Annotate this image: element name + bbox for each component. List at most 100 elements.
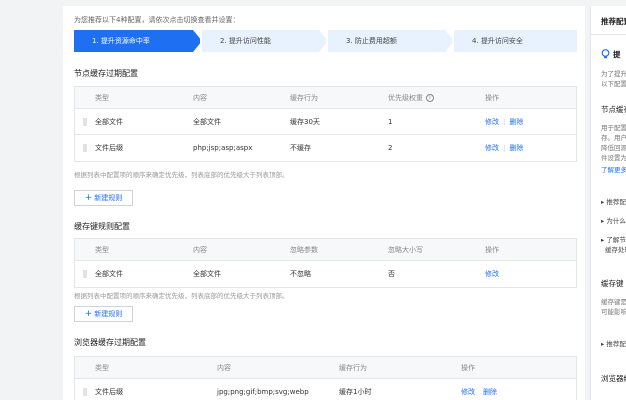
col-behavior: 缓存行为 <box>339 363 367 372</box>
sidebar-link-item[interactable]: ▸ 推荐配 <box>601 196 626 206</box>
node-cache-text: 用于配置 <box>601 124 626 132</box>
browser-cache-title: 浏览器缓存过期配置 <box>74 338 146 347</box>
sidebar-link-item[interactable]: ▸ 为什么 <box>601 215 626 225</box>
table-row: 全部文件 全部文件 不忽略 否 修改 <box>75 261 576 287</box>
drag-handle-icon[interactable] <box>83 379 87 400</box>
cell-actions: 修改 | 删除 <box>485 135 523 161</box>
col-content: 内容 <box>217 363 231 372</box>
col-priority-label: 优先级权重 <box>388 93 423 102</box>
main-panel: 为您推荐以下4种配置，请依次点击切换查看并设置： 1. 提升资源命中率 2. 提… <box>63 6 585 400</box>
cache-key-text: 可能影响 <box>601 308 626 316</box>
cell-content: php;jsp;asp;aspx <box>193 144 253 152</box>
node-cache-table: 类型 内容 缓存行为 优先级权重 i 操作 全部文件 全部文件 缓存30天 1 修… <box>74 86 577 162</box>
step-bar: 1. 提升资源命中率 2. 提升访问性能 3. 防止费用超额 4. 提升访问安全 <box>74 30 577 52</box>
step-1-label: 1. 提升资源命中率 <box>92 37 150 45</box>
cell-type: 文件后缀 <box>95 144 123 152</box>
col-type: 类型 <box>95 245 109 254</box>
cache-key-head: 缓存键 <box>601 279 624 288</box>
drag-handle-icon[interactable] <box>83 261 87 287</box>
col-ignore-params: 忽略参数 <box>290 245 318 254</box>
learn-more-link[interactable]: 了解更多 <box>601 164 626 174</box>
cell-type: 文件后缀 <box>95 388 123 396</box>
sidebar-link-label: 推荐配 <box>606 198 626 206</box>
info-icon[interactable]: i <box>426 93 434 102</box>
link-divider: | <box>503 117 506 126</box>
sidebar-link-label: 了解节 <box>606 236 626 244</box>
cell-behavior: 不缓存 <box>290 144 311 152</box>
node-cache-text: 降低回源 <box>601 144 626 152</box>
step-3[interactable]: 3. 防止费用超额 <box>328 30 445 52</box>
edit-link[interactable]: 修改 <box>461 387 475 397</box>
col-content: 内容 <box>193 245 207 254</box>
recommend-sidebar: 推荐配置 提 为了提升 以下配置 节点缓存 用于配置 存。用户 降低回源 件设置… <box>590 6 626 400</box>
table-row: 文件后缀 jpg;png;gif;bmp;svg;webp 缓存1小时 修改 删… <box>75 379 576 400</box>
browser-cache-table: 类型 内容 缓存行为 操作 文件后缀 jpg;png;gif;bmp;svg;w… <box>74 356 577 400</box>
cell-type: 全部文件 <box>95 270 123 278</box>
drag-handle-icon[interactable] <box>83 135 87 161</box>
table-row: 文件后缀 php;jsp;asp;aspx 不缓存 2 修改 | 删除 <box>75 135 576 161</box>
cell-content: 全部文件 <box>193 270 221 278</box>
table-header: 类型 内容 缓存行为 操作 <box>75 357 576 379</box>
promo-text: 以下配置 <box>601 80 626 88</box>
plus-icon: + <box>84 308 93 319</box>
col-actions: 操作 <box>485 93 499 102</box>
intro-text: 为您推荐以下4种配置，请依次点击切换查看并设置： <box>74 16 240 24</box>
cell-ignore-case: 否 <box>388 270 395 278</box>
node-cache-text: 件设置为 <box>601 154 626 162</box>
table-header: 类型 内容 缓存行为 优先级权重 i 操作 <box>75 87 576 109</box>
step-2[interactable]: 2. 提升访问性能 <box>202 30 319 52</box>
cell-actions: 修改 <box>485 261 499 287</box>
sidebar-link-label: 为什么 <box>606 217 626 225</box>
edit-link[interactable]: 修改 <box>485 269 499 279</box>
sidebar-link-item[interactable]: ▸ 了解节 <box>601 234 626 244</box>
col-ignore-case: 忽略大小写 <box>388 245 423 254</box>
add-rule-label: 新建规则 <box>94 194 123 202</box>
col-actions: 操作 <box>485 245 499 254</box>
cell-type: 全部文件 <box>95 117 123 126</box>
link-divider: | <box>503 144 506 152</box>
priority-note: 根据列表中配置项的顺序来确定优先级，列表底部的优先级大于列表顶部。 <box>74 171 289 179</box>
step-2-label: 2. 提升访问性能 <box>220 37 271 45</box>
col-type: 类型 <box>95 93 109 102</box>
add-rule-label: 新建规则 <box>94 310 123 318</box>
cache-key-title: 缓存键规则配置 <box>74 222 130 231</box>
cell-content: 全部文件 <box>193 117 221 126</box>
table-row: 全部文件 全部文件 缓存30天 1 修改 | 删除 <box>75 109 576 135</box>
cell-behavior: 缓存30天 <box>290 117 320 126</box>
col-priority: 优先级权重 i <box>388 87 434 108</box>
promo-text: 为了提升 <box>601 70 626 78</box>
cell-actions: 修改 | 删除 <box>485 109 523 134</box>
step-4[interactable]: 4. 提升访问安全 <box>454 30 577 52</box>
col-content: 内容 <box>193 93 207 102</box>
table-header: 类型 内容 忽略参数 忽略大小写 操作 <box>75 239 576 261</box>
priority-note: 根据列表中配置项的顺序来确定优先级，列表底部的优先级大于列表顶部。 <box>74 292 289 300</box>
delete-link[interactable]: 删除 <box>483 387 497 397</box>
step-3-label: 3. 防止费用超额 <box>346 37 397 45</box>
browser-cache-head: 浏览器缓 <box>601 374 626 383</box>
step-1[interactable]: 1. 提升资源命中率 <box>74 30 193 52</box>
edit-link[interactable]: 修改 <box>485 117 499 127</box>
col-behavior: 缓存行为 <box>290 93 318 102</box>
add-rule-button[interactable]: + 新建规则 <box>74 306 133 322</box>
col-type: 类型 <box>95 363 109 372</box>
sidebar-link-cont: 缓存处理 <box>605 246 626 254</box>
sidebar-title: 推荐配置 <box>601 17 626 26</box>
cell-priority: 2 <box>388 144 393 152</box>
edit-link[interactable]: 修改 <box>485 143 499 153</box>
cell-priority: 1 <box>388 117 393 126</box>
sidebar-link-item[interactable]: ▸ 推荐配 <box>601 338 626 348</box>
cache-key-text: 缓存键是 <box>601 298 626 306</box>
delete-link[interactable]: 删除 <box>509 117 523 127</box>
cell-behavior: 缓存1小时 <box>339 388 372 396</box>
cache-key-table: 类型 内容 忽略参数 忽略大小写 操作 全部文件 全部文件 不忽略 否 修改 <box>74 238 577 288</box>
sidebar-link-label: 推荐配 <box>606 340 626 348</box>
delete-link[interactable]: 删除 <box>509 143 523 153</box>
add-rule-button[interactable]: + 新建规则 <box>74 190 133 206</box>
node-cache-title: 节点缓存过期配置 <box>74 69 138 78</box>
promo-head: 提 <box>613 50 621 59</box>
drag-handle-icon[interactable] <box>83 109 87 134</box>
cell-ignore-params: 不忽略 <box>290 270 311 278</box>
step-4-label: 4. 提升访问安全 <box>472 37 523 45</box>
plus-icon: + <box>84 192 93 203</box>
node-cache-head: 节点缓存 <box>601 105 626 114</box>
